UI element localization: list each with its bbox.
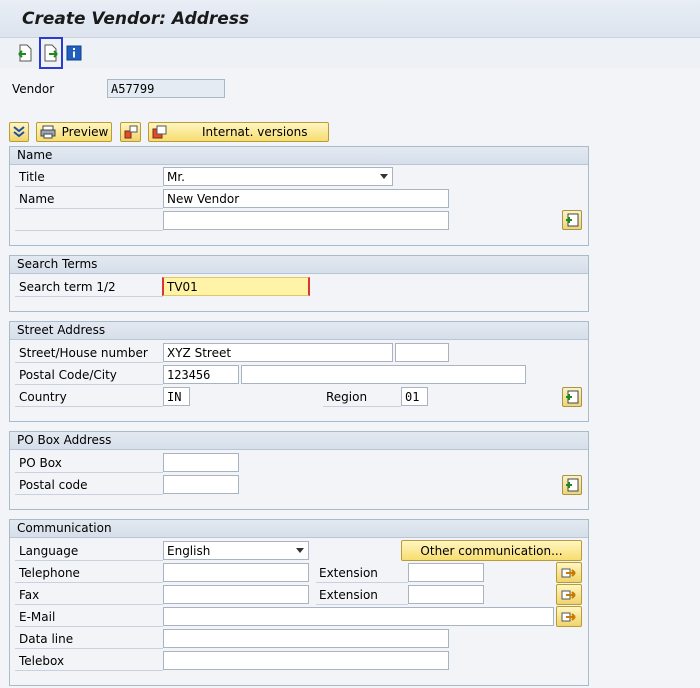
row-divider [15,208,163,209]
fax-label: Fax [19,588,40,602]
row-divider [323,406,401,407]
telebox-label: Telebox [19,654,65,668]
preview-button[interactable]: Preview [36,122,112,142]
expand-fields-icon [566,390,579,404]
internat-versions-button[interactable]: Internat. versions [148,122,329,142]
region-field[interactable]: 01 [401,387,428,406]
more-address-button[interactable] [562,387,582,407]
preview-button-label: Preview [61,125,109,139]
po-box-label: PO Box [19,456,62,470]
country-label: Country [19,390,67,404]
title-bar: Create Vendor: Address [0,0,700,38]
po-postal-code-field[interactable] [163,475,239,494]
title-value: Mr. [167,170,185,184]
telebox-field[interactable] [163,651,449,670]
search-term-label: Search term 1/2 [19,280,116,294]
row-divider [15,604,163,605]
row-divider [15,494,163,495]
page-title: Create Vendor: Address [22,9,250,29]
change-icon-button[interactable] [120,122,141,142]
search-terms-header: Search Terms [10,256,588,274]
row-divider [15,472,163,473]
name2-field[interactable] [163,211,449,230]
internat-versions-label: Internat. versions [202,125,308,139]
row-divider [15,296,163,297]
row-divider [15,230,163,231]
other-communication-button[interactable]: Other communication... [401,540,582,561]
objects-icon [124,125,137,139]
fax-more-button[interactable] [556,584,582,605]
row-divider [15,670,163,671]
row-divider [15,186,163,187]
title-label: Title [19,170,45,184]
expand-fields-icon [566,213,579,227]
vendor-field: A57799 [107,79,225,98]
telephone-extension-label: Extension [319,566,378,580]
more-fields-button[interactable] [562,210,582,230]
communication-header: Communication [10,520,588,538]
language-value: English [167,544,211,558]
vendor-label: Vendor [12,82,55,96]
email-more-button[interactable] [556,606,582,627]
region-label: Region [326,390,368,404]
email-field[interactable] [163,607,554,626]
row-divider [15,582,163,583]
email-label: E-Mail [19,610,56,624]
row-divider [316,604,408,605]
arrow-right-icon [561,612,576,621]
fax-field[interactable] [163,585,309,604]
data-line-label: Data line [19,632,74,646]
postal-code-field[interactable]: 123456 [163,365,239,384]
dropdown-arrow-icon [380,174,388,179]
next-screen-icon[interactable] [39,37,63,69]
name-field[interactable]: New Vendor [163,189,449,208]
language-dropdown[interactable]: English [163,541,309,560]
expand-all-button[interactable] [9,122,29,142]
name-group-header: Name [10,147,588,165]
row-divider [15,626,163,627]
telephone-extension-field[interactable] [408,563,484,582]
house-number-field[interactable] [395,343,449,362]
row-divider [316,582,408,583]
country-field[interactable]: IN [163,387,190,406]
row-divider [15,362,163,363]
title-dropdown[interactable]: Mr. [163,167,393,186]
telephone-more-button[interactable] [556,562,582,583]
row-divider [15,406,163,407]
street-field[interactable]: XYZ Street [163,343,393,362]
arrow-right-icon [561,568,576,577]
po-box-header: PO Box Address [10,432,588,450]
double-chevron-down-icon [13,126,25,138]
language-label: Language [19,544,79,558]
po-postal-code-label: Postal code [19,478,88,492]
telephone-field[interactable] [163,563,309,582]
printer-icon [40,125,56,139]
po-box-field[interactable] [163,453,239,472]
city-field[interactable] [241,365,526,384]
dropdown-arrow-icon [296,548,304,553]
versions-icon [152,125,167,139]
application-toolbar [0,37,700,69]
more-po-box-button[interactable] [562,475,582,495]
info-icon[interactable] [63,41,85,65]
row-divider [15,384,163,385]
arrow-right-icon [561,590,576,599]
po-box-group: PO Box Address [9,431,589,510]
street-address-header: Street Address [10,322,588,340]
fax-extension-label: Extension [319,588,378,602]
previous-screen-icon[interactable] [14,41,36,65]
data-line-field[interactable] [163,629,449,648]
row-divider [15,560,163,561]
name-label: Name [19,192,55,206]
row-divider [15,648,163,649]
street-label: Street/House number [19,346,148,360]
fax-extension-field[interactable] [408,585,484,604]
search-term-field[interactable]: TV01 [162,277,310,296]
expand-fields-icon [566,478,579,492]
telephone-label: Telephone [19,566,80,580]
postal-city-label: Postal Code/City [19,368,117,382]
